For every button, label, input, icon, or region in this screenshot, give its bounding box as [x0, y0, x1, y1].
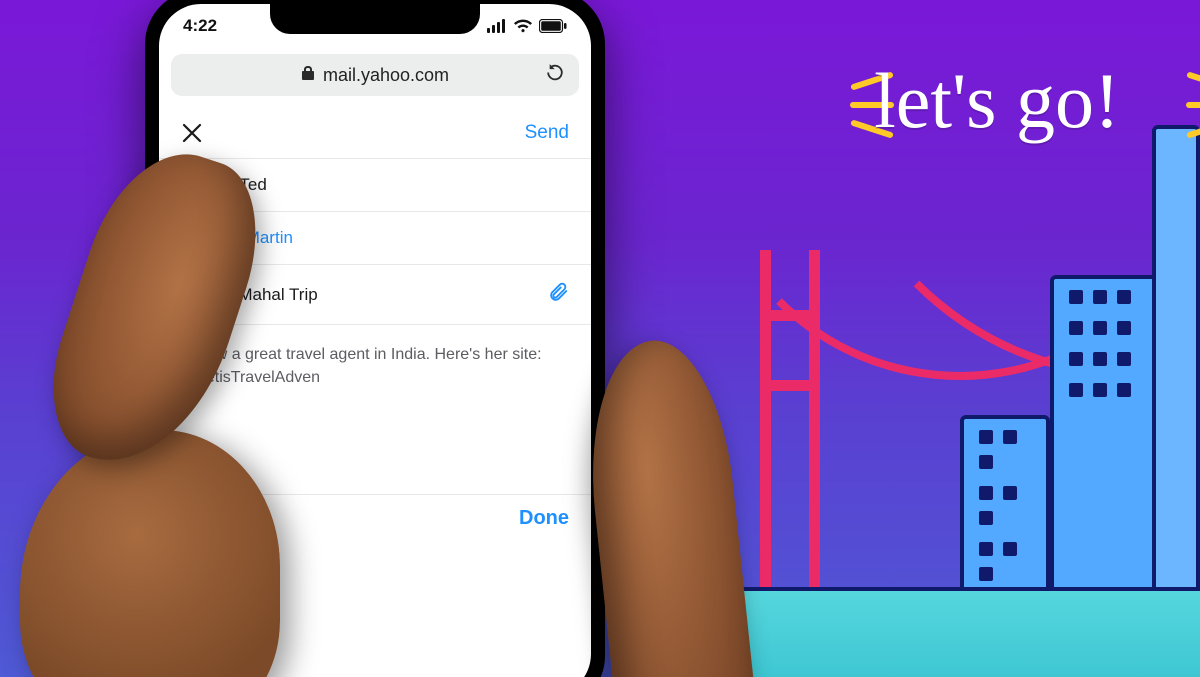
hand [20, 430, 280, 677]
close-icon[interactable] [181, 122, 203, 144]
wifi-icon [513, 19, 533, 33]
lock-icon [301, 65, 315, 86]
fingers [578, 334, 762, 677]
tagline: let's go! [874, 56, 1120, 146]
water [700, 587, 1200, 677]
clock: 4:22 [183, 16, 217, 36]
notch [270, 4, 480, 34]
building [1050, 275, 1160, 595]
building [960, 415, 1050, 595]
browser-url-bar[interactable]: mail.yahoo.com [171, 54, 579, 96]
compose-header: Send [159, 108, 591, 159]
reload-icon[interactable] [545, 63, 565, 88]
done-button[interactable]: Done [519, 507, 569, 530]
url-text: mail.yahoo.com [323, 65, 449, 86]
battery-icon [539, 19, 567, 33]
promo-frame: let's go! 4:22 [0, 0, 1200, 677]
cellular-icon [487, 19, 507, 33]
attachment-icon[interactable] [547, 281, 569, 308]
building [1152, 125, 1200, 595]
bridge-tower [760, 250, 820, 595]
send-button[interactable]: Send [525, 122, 569, 144]
